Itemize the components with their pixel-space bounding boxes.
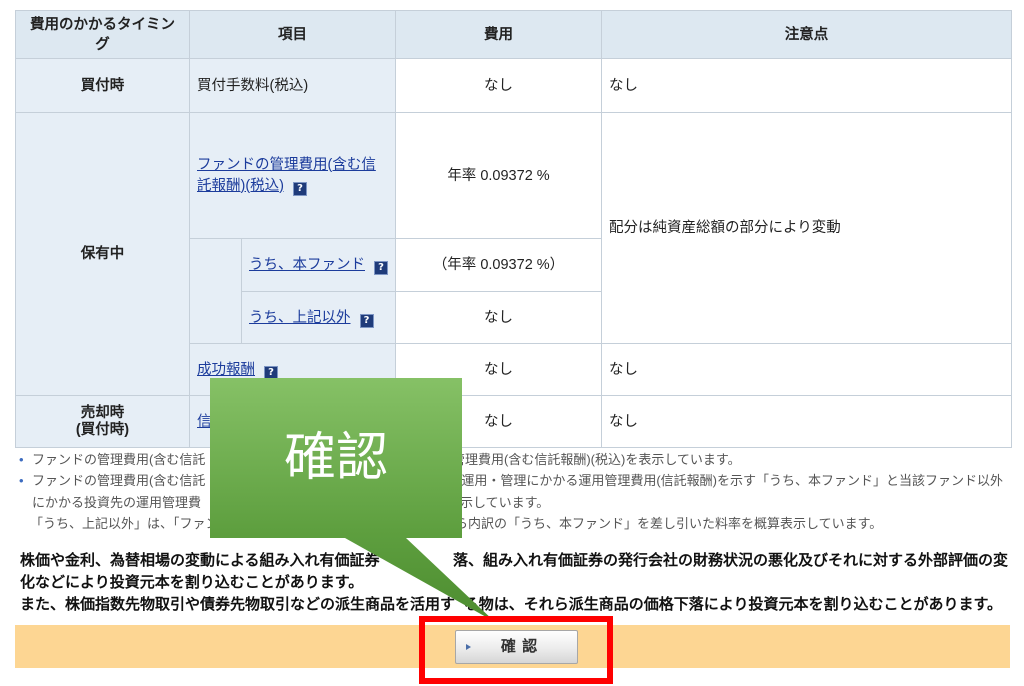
item-purchase-fee: 買付手数料(税込) — [189, 58, 396, 113]
help-icon[interactable]: ? — [293, 181, 307, 196]
cost-this-fund: （年率 0.09372 %） — [395, 238, 602, 292]
table-header-row: 費用のかかるタイミング 項目 費用 注意点 — [15, 10, 1012, 59]
note-line-left: ファンドの管理費用(含む信託 — [32, 473, 206, 488]
header-note: 注意点 — [601, 10, 1012, 59]
timing-sell: 売却時 (買付時) — [15, 395, 190, 448]
warning-line-left: 化などにより投資元本を割り込むことがあります。 — [20, 574, 364, 591]
callout-text: 確認 — [283, 429, 388, 487]
fund-cost-page: 費用のかかるタイミング 項目 費用 注意点 買付時 買付手数料(税込) なし な… — [0, 0, 1024, 686]
item-this-fund: うち、本ファンド? — [241, 238, 396, 292]
timing-sell-line2: (買付時) — [75, 421, 130, 438]
note-sell: なし — [601, 395, 1012, 448]
highlight-rectangle — [419, 616, 613, 684]
note-line-left: ファンドの管理費用(含む信託 — [32, 452, 206, 467]
timing-holding: 保有中 — [15, 112, 190, 396]
note-line-left: 「うち、上記以外」は、「ファンド — [30, 516, 232, 531]
help-icon[interactable]: ? — [359, 313, 374, 328]
note-management-fee: 配分は純資産総額の部分により変動 — [601, 112, 1012, 344]
note-purchase-fee: なし — [601, 58, 1012, 113]
note-success-fee: なし — [601, 343, 1012, 396]
header-timing: 費用のかかるタイミング — [15, 10, 190, 59]
table-row: 売却時 (買付時) 信 なし なし — [15, 395, 1012, 448]
help-icon[interactable]: ? — [374, 261, 388, 275]
header-item: 項目 — [189, 10, 396, 59]
note-line-right: 管理費用(含む信託報酬)(税込)を表示しています。 — [452, 452, 741, 467]
cost-purchase-fee: なし — [395, 58, 602, 113]
note-bullet: • — [19, 452, 24, 467]
note-line-left: にかかる投資先の運用管理費 — [32, 495, 202, 510]
cost-management-fee: 年率 0.09372 % — [395, 112, 602, 239]
header-cost: 費用 — [395, 10, 602, 59]
note-line-right: ら内訳の「うち、本ファンド」を差し引いた料率を概算表示しています。 — [455, 516, 883, 531]
warning-line-right: 落、組み入れ有価証券の発行会社の財務状況の悪化及びそれに対する外部評価の変 — [452, 552, 1008, 569]
other-link[interactable]: うち、上記以外 — [249, 310, 351, 326]
note-line-right: 運用・管理にかかる運用管理費用(信託報酬)を示す「うち、本ファンド」と当該ファン… — [461, 473, 1003, 488]
cost-table: 費用のかかるタイミング 項目 費用 注意点 買付時 買付手数料(税込) なし な… — [15, 10, 1012, 448]
success-fee-link[interactable]: 成功報酬 — [197, 362, 255, 378]
note-line-right: 示しています。 — [460, 495, 550, 510]
table-row: 保有中 ファンドの管理費用(含む信託報酬)(税込)? 年率 0.09372 % … — [15, 112, 1012, 396]
item-other: うち、上記以外? — [241, 291, 396, 344]
timing-buy: 買付時 — [15, 58, 190, 113]
warning-line-right: る物は、それら派生商品の価格下落により投資元本を割り込むことがあります。 — [463, 596, 1002, 613]
timing-sell-line1: 売却時 — [80, 404, 125, 421]
item-management-fee: ファンドの管理費用(含む信託報酬)(税込)? — [189, 112, 396, 239]
note-bullet: • — [19, 473, 24, 488]
warning-line-left: 株価や金利、為替相場の変動による組み入れ有価証券 — [20, 552, 380, 569]
warning-line-left: また、株価指数先物取引や債券先物取引などの派生商品を活用す — [20, 596, 456, 613]
this-fund-link[interactable]: うち、本ファンド — [249, 257, 365, 273]
indent-cell — [189, 238, 242, 344]
management-fee-link[interactable]: ファンドの管理費用(含む信託報酬)(税込) — [197, 157, 376, 194]
cost-other: なし — [395, 291, 602, 344]
table-row: 買付時 買付手数料(税込) なし なし — [15, 58, 1012, 113]
